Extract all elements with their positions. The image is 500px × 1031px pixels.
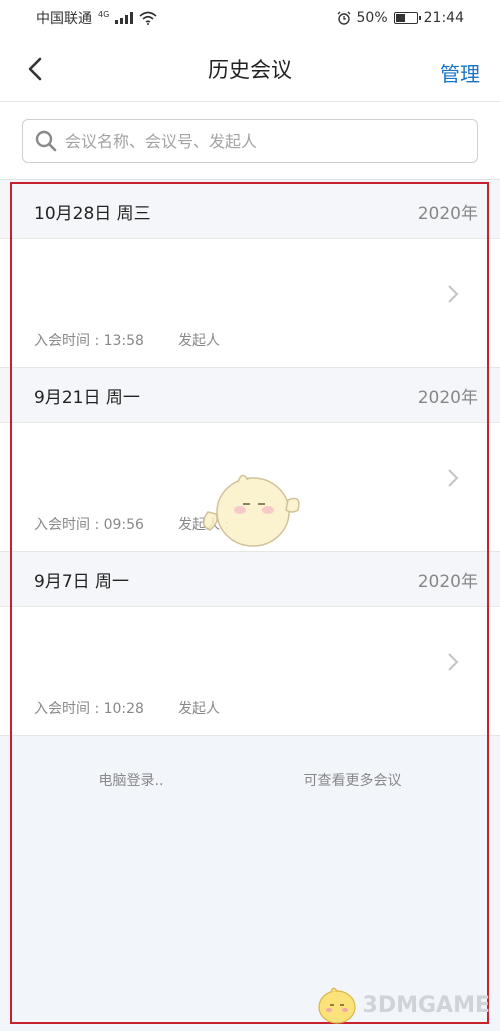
navigation-bar: 历史会议 管理 (0, 36, 500, 102)
meeting-item[interactable]: 入会时间 : 13:58 发起人 (0, 239, 500, 368)
battery-percent: 50% (356, 10, 388, 26)
search-section (0, 102, 500, 180)
date-group-header: 10月28日 周三 2020年 (0, 184, 500, 239)
group-year: 2020年 (417, 387, 478, 408)
page-title: 历史会议 (208, 57, 292, 82)
network-type: 4G (98, 9, 110, 19)
host-label: 发起人 (177, 701, 220, 717)
manage-button[interactable]: 管理 (440, 58, 480, 87)
pc-login-hint-left: 电脑登录.. (98, 773, 164, 789)
group-year: 2020年 (417, 203, 478, 224)
pc-login-hint: 电脑登录.. 可查看更多会议 (0, 770, 500, 790)
join-time: 入会时间 : 09:56 (34, 517, 144, 533)
status-bar: 中国联通 4G 50% 21:44 (0, 0, 500, 36)
chevron-left-icon[interactable] (22, 54, 50, 84)
group-year: 2020年 (417, 571, 478, 592)
meeting-meta: 入会时间 : 10:28 发起人 (34, 698, 220, 718)
group-date: 9月7日 周一 (34, 571, 130, 592)
chevron-right-icon (448, 653, 459, 671)
group-date: 9月21日 周一 (34, 387, 140, 408)
wifi-icon (139, 11, 157, 25)
date-group-header: 9月21日 周一 2020年 (0, 368, 500, 423)
join-time: 入会时间 : 10:28 (34, 701, 144, 717)
meeting-item[interactable]: 入会时间 : 09:56 发起人 : (0, 423, 500, 552)
meeting-meta: 入会时间 : 09:56 发起人 : (34, 514, 229, 534)
status-left: 中国联通 4G (36, 8, 157, 28)
battery-icon (393, 12, 421, 24)
join-time: 入会时间 : 13:58 (34, 333, 144, 349)
date-group-header: 9月7日 周一 2020年 (0, 552, 500, 607)
search-icon (35, 130, 57, 152)
watermark-text: 3DMGAME (362, 992, 490, 1018)
carrier-label: 中国联通 (36, 11, 92, 27)
host-label: 发起人 : (177, 517, 230, 533)
clock: 21:44 (423, 10, 464, 26)
status-right: 50% 21:44 (337, 10, 464, 26)
search-box[interactable] (22, 119, 478, 163)
host-label: 发起人 (177, 333, 220, 349)
meeting-item[interactable]: 入会时间 : 10:28 发起人 (0, 607, 500, 736)
signal-icon (115, 12, 134, 24)
meeting-history-list: 10月28日 周三 2020年 入会时间 : 13:58 发起人 9月21日 周… (0, 184, 500, 790)
alarm-icon (337, 11, 350, 25)
pc-login-hint-right: 可查看更多会议 (303, 773, 402, 789)
group-date: 10月28日 周三 (34, 203, 151, 224)
site-watermark: 3DMGAME (315, 985, 490, 1025)
chevron-right-icon (448, 469, 459, 487)
chevron-right-icon (448, 285, 459, 303)
search-input[interactable] (65, 131, 465, 151)
meeting-meta: 入会时间 : 13:58 发起人 (34, 330, 220, 350)
mascot-small-icon (317, 987, 356, 1024)
